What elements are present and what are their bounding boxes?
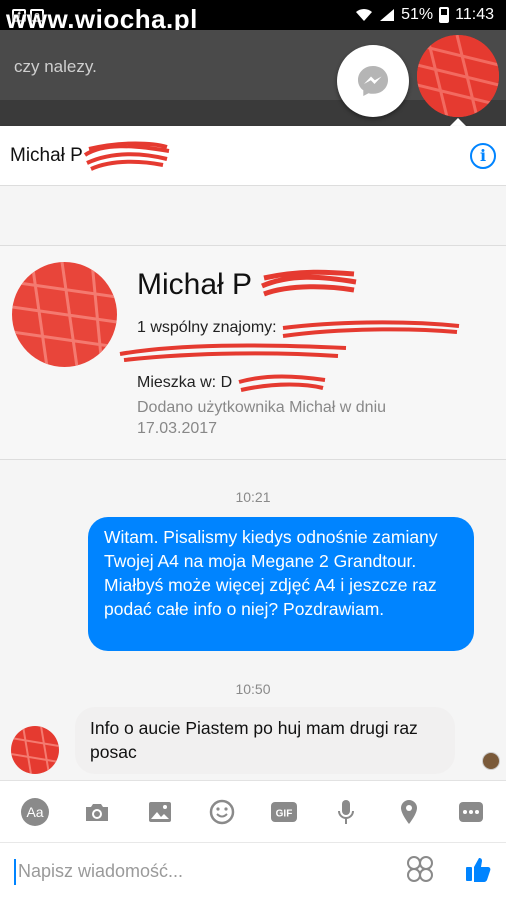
redaction-scribble [11, 726, 59, 774]
message-composer [0, 842, 506, 900]
messenger-icon [358, 66, 388, 96]
redaction-scribble [119, 343, 347, 362]
profile-avatar[interactable] [12, 262, 117, 367]
gallery-icon[interactable] [137, 789, 183, 835]
stickers-icon[interactable] [406, 855, 434, 888]
background-text: czy nalezy. [14, 57, 97, 76]
clock: 11:43 [455, 6, 494, 23]
composer-toolbar: Aa GIF [0, 780, 506, 842]
message-input[interactable] [18, 861, 406, 882]
messenger-chathead[interactable] [337, 45, 409, 117]
camera-icon[interactable] [74, 789, 120, 835]
signal-icon [380, 9, 395, 21]
location-icon[interactable] [386, 789, 432, 835]
thumbs-up-icon[interactable] [464, 855, 492, 888]
battery-percent: 51% [401, 6, 434, 23]
more-icon[interactable] [448, 789, 494, 835]
lives-in: Mieszka w: D [137, 370, 327, 396]
redaction-scribble [12, 262, 117, 367]
outgoing-message[interactable]: Witam. Pisalismy kiedys odnośnie zamiany… [88, 517, 474, 651]
profile-name: Michał P [137, 268, 358, 304]
incoming-message[interactable]: Info o aucie Piastem po huj mam drugi ra… [75, 707, 455, 774]
aa-label: Aa [27, 804, 44, 820]
redaction-scribble [238, 374, 325, 392]
sender-avatar[interactable] [11, 726, 59, 774]
battery-icon [439, 7, 450, 23]
gif-icon[interactable]: GIF [261, 789, 307, 835]
contact-chathead-avatar[interactable] [417, 35, 499, 117]
message-timestamp: 10:50 [235, 681, 271, 697]
contact-name[interactable]: Michał P [10, 145, 83, 167]
emoji-icon[interactable] [199, 789, 245, 835]
info-icon[interactable]: i [470, 142, 496, 169]
text-caret [14, 858, 16, 885]
microphone-icon[interactable] [323, 789, 369, 835]
message-timestamp: 10:21 [235, 489, 271, 505]
aa-icon[interactable]: Aa [12, 789, 58, 835]
seen-indicator-avatar [482, 752, 500, 770]
redaction-scribble [260, 269, 357, 297]
conversation-header: Michał P i [0, 126, 506, 186]
redaction-scribble [83, 141, 170, 171]
added-date: Dodano użytkownika Michał w dniu 17.03.2… [137, 399, 387, 437]
status-indicators: 51% 11:43 [355, 6, 494, 24]
redaction-scribble [417, 35, 499, 117]
wifi-icon [356, 8, 373, 21]
gif-label: GIF [276, 808, 293, 819]
